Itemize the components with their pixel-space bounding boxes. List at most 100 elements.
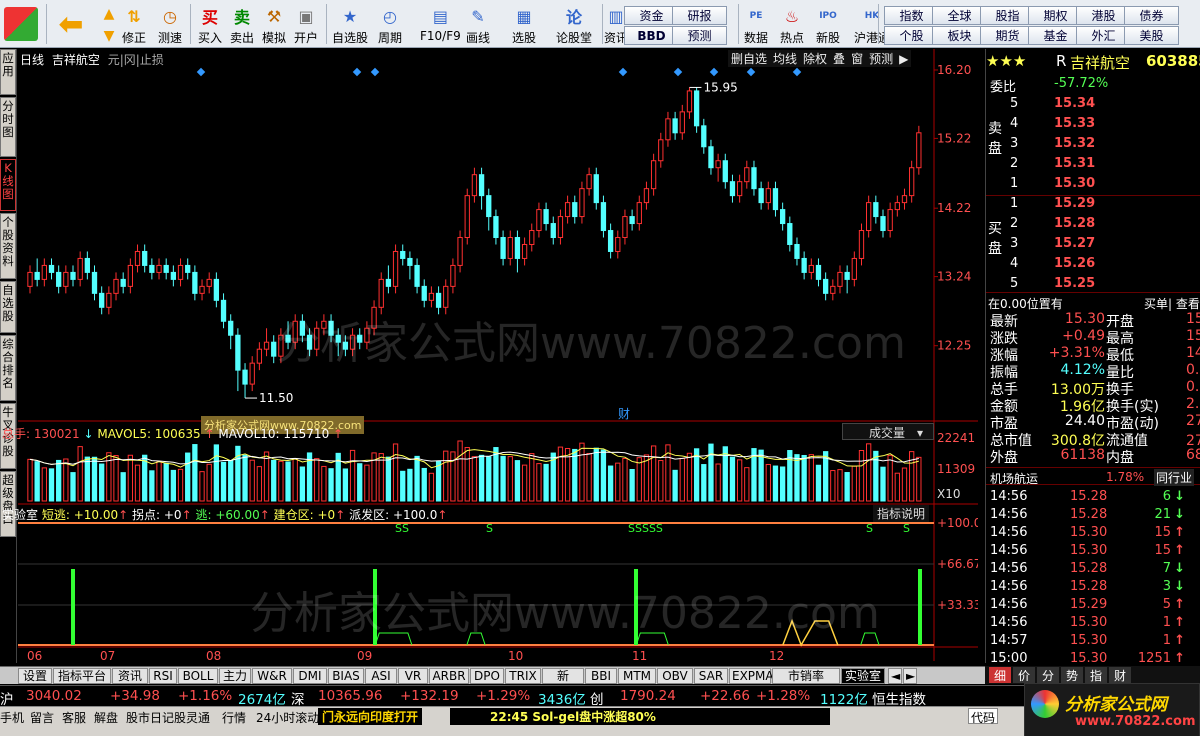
- toolbar-small-button[interactable]: 股指: [980, 6, 1035, 25]
- toolbar-button-5[interactable]: ▣ 开户: [294, 2, 318, 46]
- toolbar-button-6[interactable]: ★ 自选股: [332, 2, 368, 46]
- buy-level-price[interactable]: 15.28: [1054, 216, 1095, 231]
- indicator-tab-19[interactable]: EXPMA: [729, 668, 774, 684]
- left-tab-0[interactable]: 应用: [0, 49, 16, 95]
- index-item[interactable]: 沪: [0, 688, 14, 708]
- buy-level-price[interactable]: 15.29: [1054, 196, 1095, 211]
- left-tab-7[interactable]: 超级盘口: [0, 471, 16, 537]
- toolbar-small-button[interactable]: 外汇: [1076, 26, 1131, 45]
- tab-scroll-right-icon[interactable]: ►: [903, 668, 917, 684]
- same-industry-button[interactable]: 同行业: [1154, 469, 1195, 486]
- indicator-tab-15[interactable]: BBI: [585, 668, 617, 684]
- toolbar-button-10[interactable]: ▦ 选股: [512, 2, 536, 46]
- status-item-5[interactable]: 股灵通: [174, 709, 210, 725]
- toolbar-button-0[interactable]: ⇅ 修正: [122, 2, 146, 46]
- buy-level-price[interactable]: 15.26: [1054, 256, 1095, 271]
- toolbar-small-button[interactable]: 研报: [672, 6, 727, 25]
- chart-tool-3[interactable]: 叠: [833, 52, 845, 66]
- indicator-tab-1[interactable]: 指标平台: [53, 668, 111, 684]
- window-layout-button[interactable]: [4, 4, 38, 48]
- quote-tab-4[interactable]: 指: [1085, 667, 1107, 683]
- indicator-tab-18[interactable]: SAR: [694, 668, 728, 684]
- indicator-tab-3[interactable]: RSI: [149, 668, 177, 684]
- quote-tab-5[interactable]: 财: [1109, 667, 1131, 683]
- indicator-tab-5[interactable]: 主力: [219, 668, 251, 684]
- toolbar-small-button[interactable]: 美股: [1124, 26, 1179, 45]
- toolbar-small-button[interactable]: 基金: [1028, 26, 1083, 45]
- sell-level-price[interactable]: 15.34: [1054, 96, 1095, 111]
- indicator-help-button[interactable]: 指标说明: [873, 505, 930, 522]
- quote-tab-3[interactable]: 势: [1061, 667, 1083, 683]
- quote-tab-1[interactable]: 价: [1013, 667, 1035, 683]
- indicator-tab-7[interactable]: DMI: [293, 668, 327, 684]
- left-tab-2[interactable]: K线图: [0, 159, 16, 211]
- toolbar-button-15[interactable]: IPO 新股: [816, 2, 840, 46]
- indicator-tab-12[interactable]: DPO: [470, 668, 504, 684]
- indicator-tab-11[interactable]: ARBR: [429, 668, 469, 684]
- toolbar-button-14[interactable]: ♨ 热点: [780, 2, 804, 46]
- toolbar-small-button[interactable]: 债券: [1124, 6, 1179, 25]
- indicator-tab-13[interactable]: TRIX: [505, 668, 541, 684]
- finance-marker[interactable]: 财: [618, 407, 630, 421]
- quote-tab-0[interactable]: 细: [989, 667, 1011, 683]
- toolbar-button-9[interactable]: ✎ 画线: [466, 2, 490, 46]
- status-item-4[interactable]: 股市日记: [126, 709, 174, 725]
- toolbar-small-button[interactable]: 期权: [1028, 6, 1083, 25]
- toolbar-button-8[interactable]: ▤ F10/F9: [420, 2, 461, 46]
- toolbar-button-13[interactable]: PE 数据: [744, 2, 768, 46]
- sell-level-price[interactable]: 15.33: [1054, 116, 1095, 131]
- toolbar-small-button[interactable]: 期货: [980, 26, 1035, 45]
- chart-tool-5[interactable]: 预测: [869, 52, 893, 66]
- chart-tool-1[interactable]: 均线: [773, 52, 797, 66]
- status-item-0[interactable]: 手机: [0, 709, 24, 725]
- left-tab-3[interactable]: 个股资料: [0, 213, 16, 279]
- chart-tool-6[interactable]: ▶: [899, 52, 908, 66]
- indicator-tab-20[interactable]: 市销率2019: [772, 668, 840, 697]
- indicator-tab-21[interactable]: 实验室: [841, 668, 885, 684]
- toolbar-small-button[interactable]: 板块: [932, 26, 987, 45]
- toolbar-button-2[interactable]: 买买入: [198, 2, 222, 46]
- toolbar-button-7[interactable]: ◴ 周期: [378, 2, 402, 46]
- adjust-options[interactable]: 元|冈|止损: [108, 53, 164, 67]
- index-item[interactable]: 恒生指数: [872, 688, 926, 708]
- toolbar-small-button[interactable]: 全球: [932, 6, 987, 25]
- toolbar-button-3[interactable]: 卖卖出: [230, 2, 254, 46]
- indicator-tab-6[interactable]: W&R: [252, 668, 292, 684]
- indicator-tab-17[interactable]: OBV: [657, 668, 693, 684]
- sell-level-price[interactable]: 15.30: [1054, 176, 1095, 191]
- toolbar-small-button[interactable]: 指数: [884, 6, 939, 25]
- indicator-tab-10[interactable]: VR: [398, 668, 428, 684]
- left-tab-5[interactable]: 综合排名: [0, 335, 16, 401]
- indicator-tab-9[interactable]: ASI: [365, 668, 397, 684]
- sell-level-price[interactable]: 15.32: [1054, 136, 1095, 151]
- indicator-tab-8[interactable]: BIAS: [328, 668, 364, 684]
- tab-scroll-left-icon[interactable]: ◄: [888, 668, 902, 684]
- news-ticker-1[interactable]: 门永远向印度打开: [318, 708, 423, 725]
- code-input-label[interactable]: 代码: [968, 708, 999, 725]
- index-item[interactable]: 深: [291, 688, 305, 708]
- status-item-2[interactable]: 客服: [62, 709, 86, 725]
- indicator-tab-16[interactable]: MTM: [618, 668, 656, 684]
- buy-level-price[interactable]: 15.27: [1054, 236, 1095, 251]
- toolbar-small-button[interactable]: 预测: [672, 26, 727, 45]
- toolbar-small-button[interactable]: 个股: [884, 26, 939, 45]
- period-label[interactable]: 日线: [20, 53, 44, 67]
- chart-tool-4[interactable]: 窗: [851, 52, 863, 66]
- indicator-tab-14[interactable]: 新DMA: [542, 668, 584, 697]
- indicator-tab-4[interactable]: BOLL: [178, 668, 218, 684]
- toolbar-small-button[interactable]: 资金: [624, 6, 679, 25]
- news-ticker-2[interactable]: 22:45 Sol-gel盘中涨超80%: [450, 708, 830, 725]
- status-item-1[interactable]: 留言: [30, 709, 54, 725]
- buy-level-price[interactable]: 15.25: [1054, 276, 1095, 291]
- status-item-6[interactable]: 行情: [222, 709, 246, 725]
- indicator-tab-0[interactable]: 设置: [18, 668, 52, 684]
- sell-level-price[interactable]: 15.31: [1054, 156, 1095, 171]
- sector-name[interactable]: 机场航运: [990, 470, 1038, 487]
- toolbar-small-button[interactable]: 港股: [1076, 6, 1131, 25]
- toolbar-button-4[interactable]: ⚒ 模拟: [262, 2, 286, 46]
- index-item[interactable]: 创: [590, 688, 604, 708]
- back-button[interactable]: ⬅: [54, 4, 88, 48]
- quote-tab-2[interactable]: 分: [1037, 667, 1059, 683]
- status-item-7[interactable]: 24小时滚动: [256, 709, 319, 725]
- chart-tool-0[interactable]: 删自选: [731, 52, 767, 66]
